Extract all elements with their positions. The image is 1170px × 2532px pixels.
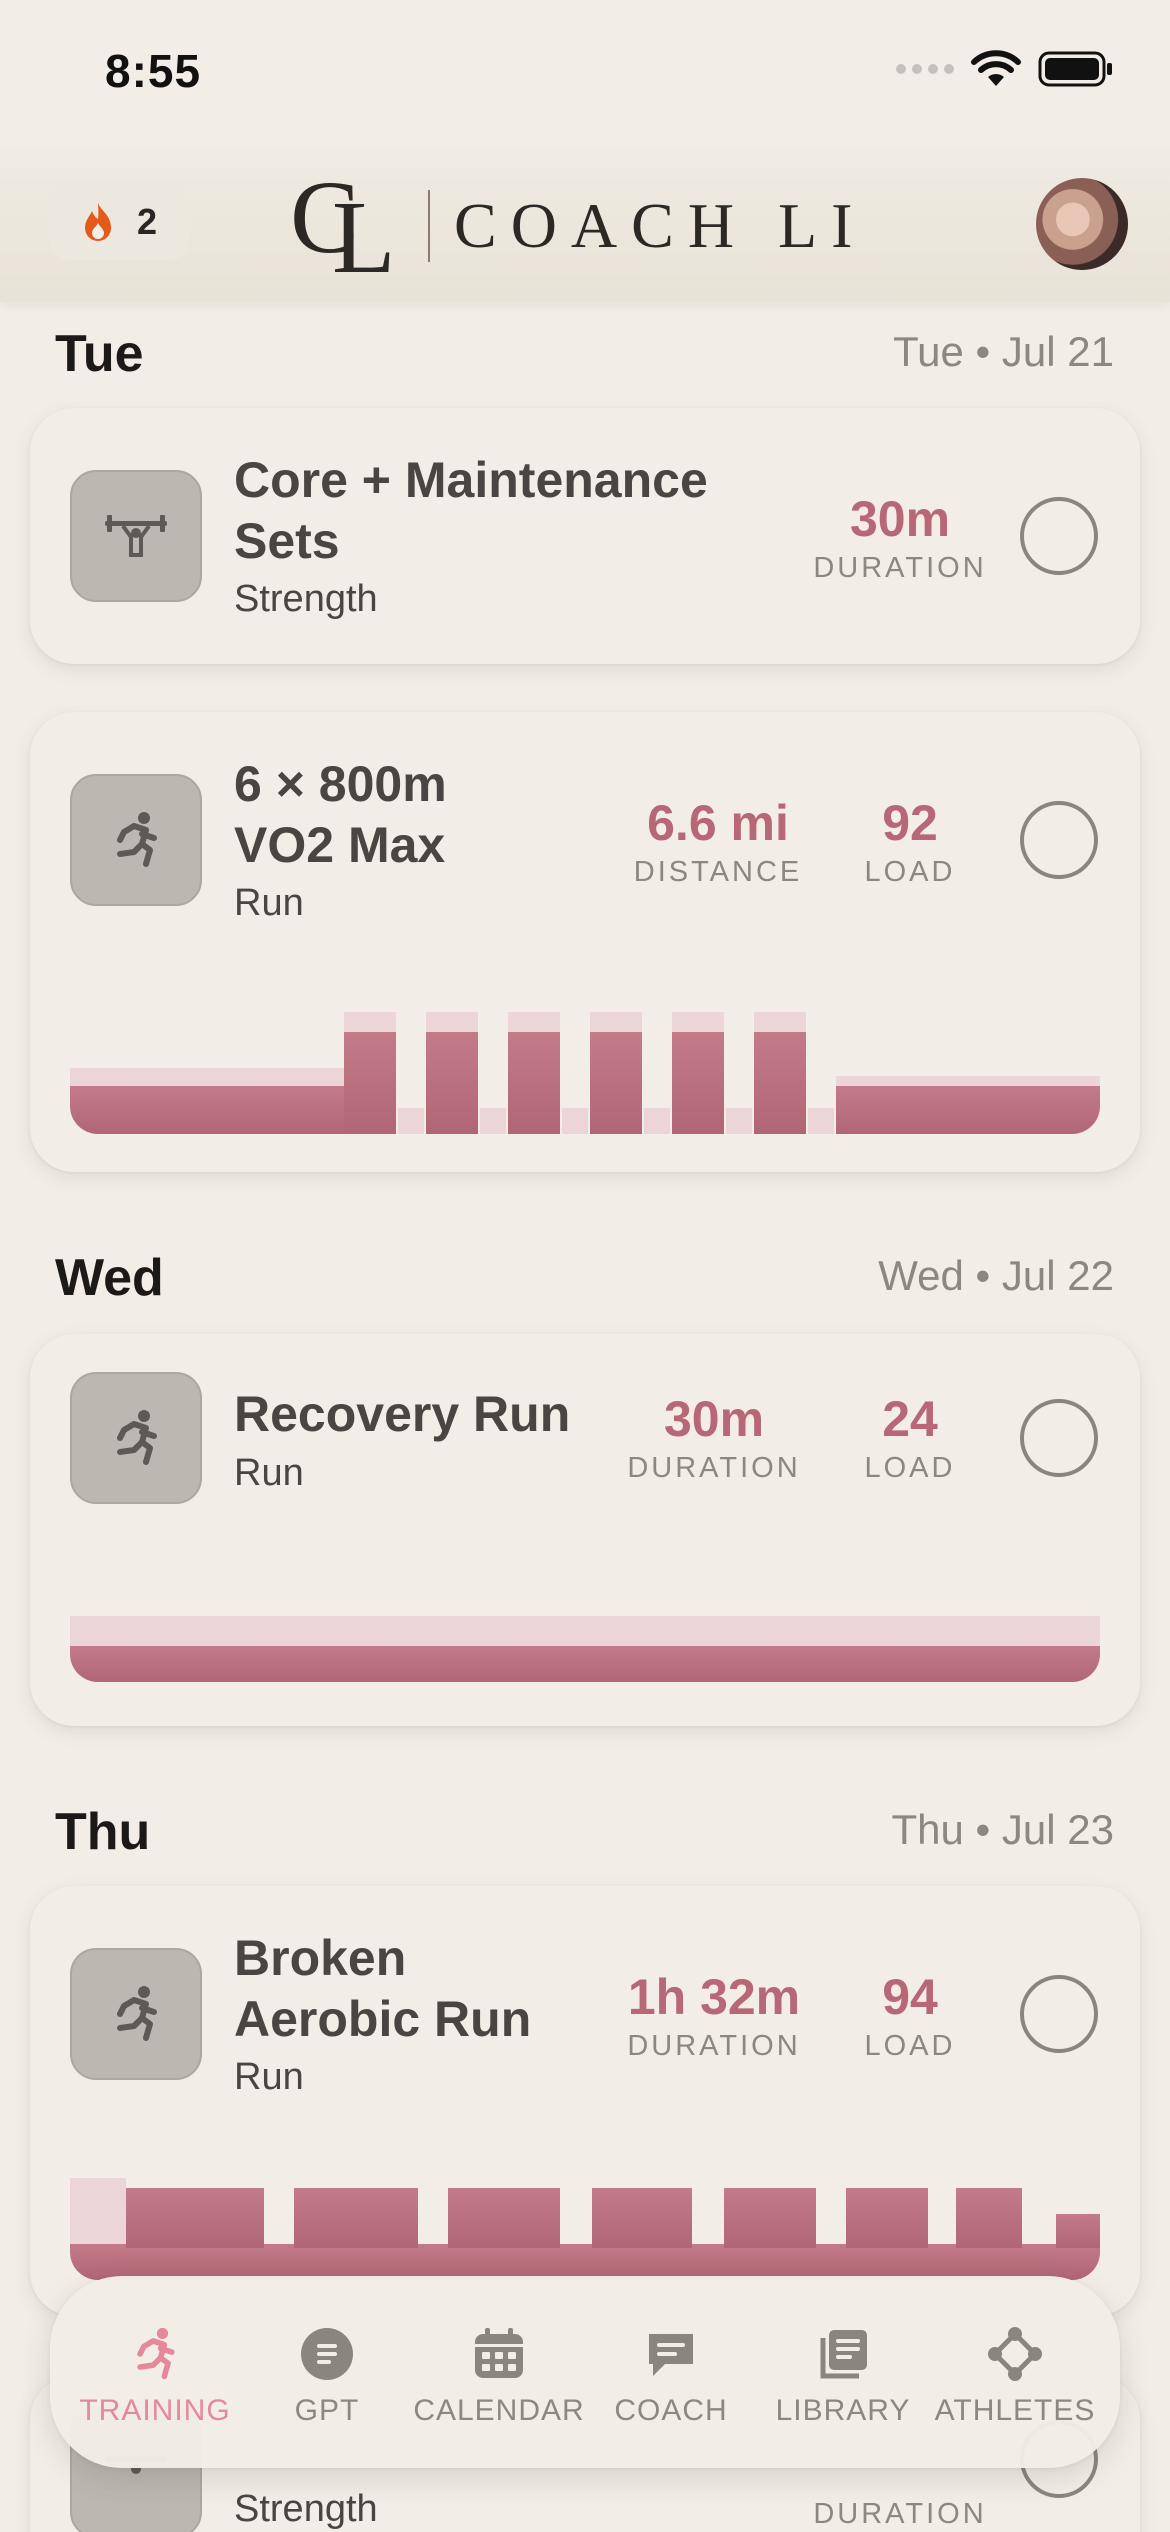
logo-monogram: C L	[290, 160, 396, 295]
complete-checkbox[interactable]	[1020, 801, 1098, 879]
day-header-tue: Tue Tue • Jul 21	[0, 316, 1170, 386]
barbell-icon	[105, 515, 167, 557]
workout-card-vo2-max[interactable]: 6 × 800m VO2 Max Run 6.6 mi DISTANCE 92 …	[30, 712, 1140, 1172]
metric-duration: 30m DURATION	[627, 1391, 801, 1484]
workout-icon	[70, 470, 202, 602]
logo-text: COACH LI	[454, 190, 867, 261]
tab-gpt[interactable]: GPT	[242, 2276, 412, 2468]
workout-type: Run	[234, 882, 304, 924]
wifi-icon	[971, 50, 1021, 86]
metric-load: 24 LOAD	[864, 1391, 956, 1484]
gpt-icon	[301, 2328, 353, 2380]
calendar-icon	[475, 2328, 523, 2378]
status-time: 8:55	[105, 45, 202, 97]
app-logo: C L COACH LI	[290, 160, 867, 295]
day-date: Thu • Jul 23	[891, 1806, 1115, 1853]
workout-intensity-profile	[70, 1616, 1100, 1682]
workout-card-broken-aerobic-run[interactable]: Broken Aerobic Run Run 1h 32m DURATION 9…	[30, 1886, 1140, 2316]
metric-duration: DURATION	[813, 2498, 987, 2530]
day-name: Thu	[55, 1803, 151, 1861]
app-header: 2 C L COACH LI	[0, 150, 1170, 302]
workout-type: Run	[234, 2056, 304, 2098]
flame-icon	[84, 203, 111, 241]
tab-label: GPT	[294, 2394, 360, 2427]
workout-title: Core + Maintenance Sets	[234, 452, 708, 569]
workout-intensity-profile	[70, 2178, 1100, 2280]
chat-icon	[649, 2334, 693, 2376]
workout-type: Run	[234, 1452, 304, 1494]
day-header-wed: Wed Wed • Jul 22	[0, 1240, 1170, 1310]
day-header-thu: Thu Thu • Jul 23	[0, 1794, 1170, 1864]
status-bar: 8:55	[0, 0, 1170, 150]
metric-distance: 6.6 mi DISTANCE	[633, 795, 803, 888]
workout-icon	[70, 1372, 202, 1504]
tab-training[interactable]: TRAINING	[70, 2276, 240, 2468]
tab-library[interactable]: LIBRARY	[758, 2276, 928, 2468]
metric-duration: 1h 32m DURATION	[627, 1969, 801, 2062]
tab-label: TRAINING	[79, 2394, 231, 2427]
workout-title: 6 × 800m VO2 Max	[234, 756, 447, 873]
avatar[interactable]	[1036, 178, 1128, 270]
complete-checkbox[interactable]	[1020, 1975, 1098, 2053]
metric-load: 92 LOAD	[864, 795, 956, 888]
tab-label: ATHLETES	[934, 2394, 1096, 2427]
battery-icon	[1038, 51, 1112, 87]
day-date: Tue • Jul 21	[893, 328, 1114, 375]
logo-divider	[428, 190, 430, 262]
metric-load: 94 LOAD	[864, 1969, 956, 2062]
day-date: Wed • Jul 22	[878, 1252, 1114, 1299]
runner-icon	[117, 1410, 157, 1465]
runner-icon	[137, 2327, 175, 2380]
athletes-icon	[988, 2327, 1042, 2381]
workout-type: Strength	[234, 2488, 378, 2530]
cellular-signal-icon	[896, 64, 954, 74]
tab-label: CALENDAR	[413, 2394, 585, 2427]
metric-duration: 30m DURATION	[813, 491, 987, 584]
status-icons	[896, 50, 1114, 88]
streak-count: 2	[136, 201, 158, 242]
tab-athletes[interactable]: ATHLETES	[930, 2276, 1100, 2468]
runner-icon	[117, 1986, 157, 2041]
workout-type: Strength	[234, 578, 378, 620]
library-icon	[820, 2330, 867, 2379]
workout-icon	[70, 1948, 202, 2080]
tab-bar: TRAINING GPT CALENDAR COACH LIBRARY ATHL…	[50, 2276, 1120, 2468]
workout-title: Recovery Run	[234, 1386, 571, 1442]
workout-card-core-maintenance[interactable]: Core + Maintenance Sets Strength 30m DUR…	[30, 408, 1140, 664]
streak-badge[interactable]: 2	[48, 184, 190, 260]
tab-label: COACH	[614, 2394, 728, 2427]
workout-title: Broken Aerobic Run	[234, 1930, 532, 2047]
day-name: Wed	[55, 1249, 164, 1307]
workout-icon	[70, 774, 202, 906]
tab-calendar[interactable]: CALENDAR	[413, 2276, 585, 2468]
complete-checkbox[interactable]	[1020, 1399, 1098, 1477]
complete-checkbox[interactable]	[1020, 497, 1098, 575]
workout-intensity-profile	[70, 1012, 1100, 1134]
runner-icon	[117, 812, 157, 867]
workout-card-recovery-run[interactable]: Recovery Run Run 30m DURATION 24 LOAD	[30, 1334, 1140, 1726]
tab-label: LIBRARY	[775, 2394, 911, 2427]
tab-coach[interactable]: COACH	[586, 2276, 756, 2468]
day-name: Tue	[55, 325, 144, 383]
